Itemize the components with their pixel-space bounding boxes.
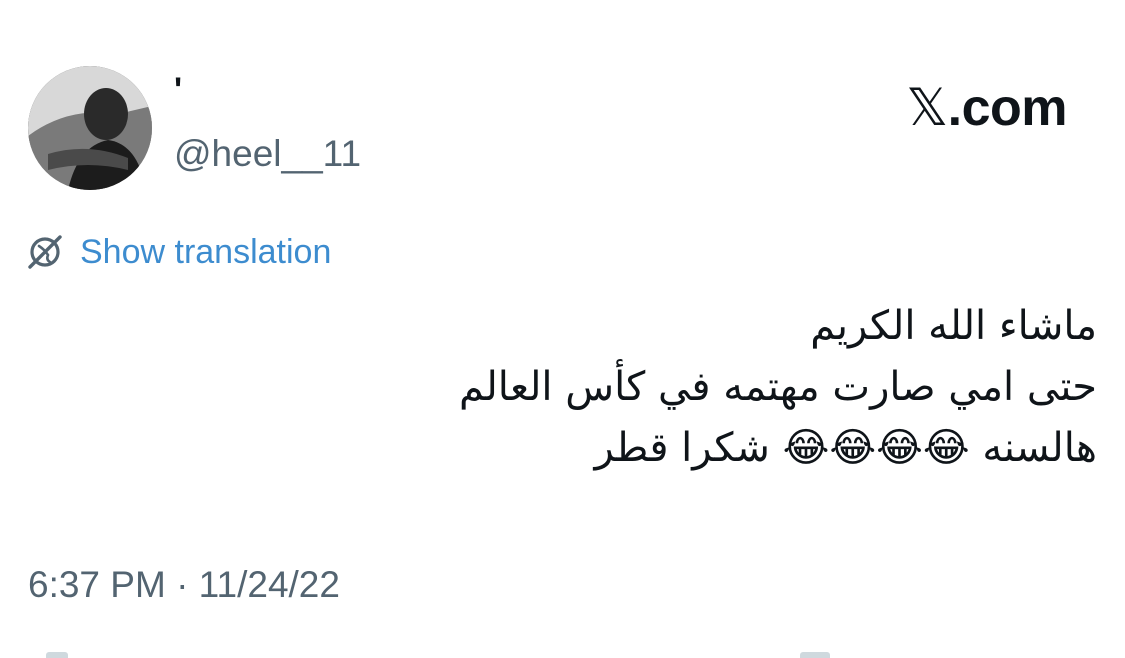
cutoff-divider — [46, 652, 68, 658]
avatar-photo — [28, 66, 152, 190]
tweet-text: ماشاء الله الكريم حتى امي صارت مهتمه في … — [377, 296, 1097, 479]
tweet-line: ماشاء الله الكريم — [810, 303, 1097, 349]
tweet-line: هالسنه 😂😂😂😂 شكرا قطر — [594, 425, 1097, 471]
translate-globe-icon — [28, 235, 62, 269]
brand-domain: .com — [947, 79, 1068, 137]
author-display-name[interactable]: ' — [174, 70, 182, 110]
author-handle[interactable]: @heel__11 — [174, 132, 361, 176]
x-com-watermark: 𝕏.com — [906, 78, 1067, 138]
tweet-line: حتى امي صارت مهتمه في كأس العالم — [458, 364, 1097, 410]
avatar[interactable] — [28, 66, 152, 190]
show-translation-label: Show translation — [80, 233, 332, 271]
x-logo-icon: 𝕏 — [906, 78, 948, 138]
show-translation-button[interactable]: Show translation — [24, 230, 331, 274]
tweet-timestamp[interactable]: 6:37 PM · 11/24/22 — [28, 562, 340, 608]
cutoff-divider — [800, 652, 830, 658]
